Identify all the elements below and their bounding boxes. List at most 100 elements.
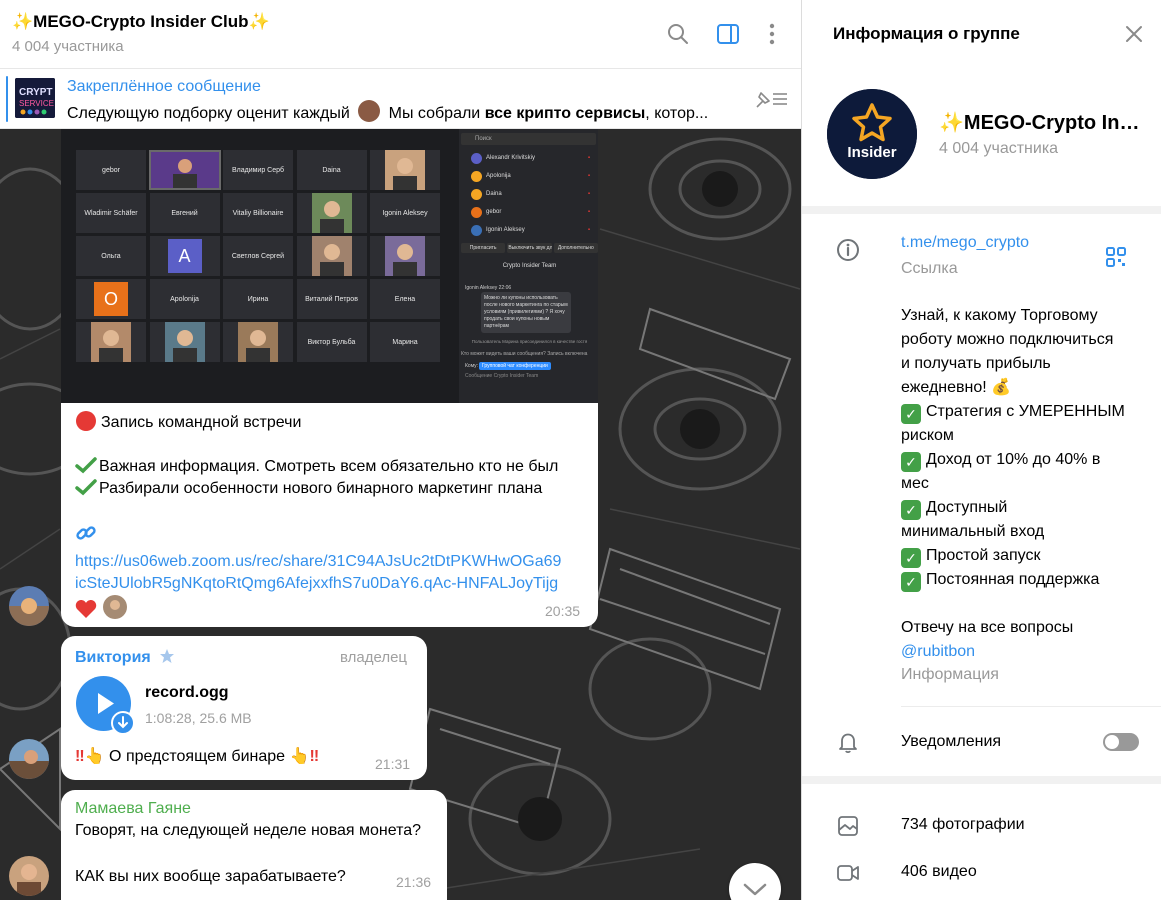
pinned-list-icon[interactable]: [753, 87, 789, 111]
recording-link[interactable]: https://us06web.zoom.us/rec/share/31C94A…: [75, 551, 590, 595]
video-tile: Daina: [296, 150, 367, 190]
download-button[interactable]: [111, 711, 135, 735]
notifications-label: Уведомления: [901, 733, 1002, 750]
notifications-toggle[interactable]: [1103, 733, 1139, 751]
participant-name: gebor: [102, 166, 120, 174]
description-line: роботу можно подключиться: [901, 331, 1114, 348]
chat-header[interactable]: ✨MEGO-Crypto Insider Club✨ 4 004 участни…: [0, 0, 801, 69]
message-text: ‼👆 О предстоящем бинаре 👆‼: [75, 748, 320, 765]
svg-text:SERVICE: SERVICE: [19, 99, 54, 108]
author-name[interactable]: Виктория: [75, 648, 175, 667]
video-tile: gebor: [76, 150, 146, 190]
qr-code-icon[interactable]: [1105, 246, 1127, 268]
description-line: ежедневно! 💰: [901, 379, 1012, 396]
chat-panel: ✨MEGO-Crypto Insider Club✨ 4 004 участни…: [0, 0, 801, 900]
message-bubble-recording[interactable]: gebor Владимир Серб Daina Wladimir Schäfer Е…: [61, 129, 598, 627]
video-tile: Wladimir Schäfer: [76, 193, 146, 233]
description-line: Отвечу на все вопросы: [901, 619, 1074, 636]
video-tile: [149, 322, 220, 362]
zoom-chat-to: Групповой чат конференции: [479, 362, 551, 370]
participant-name: Елена: [394, 295, 416, 303]
participant-photo: [385, 236, 425, 276]
zoom-chat-compose: Сообщение Crypto Insider Team: [465, 373, 539, 379]
check-mark-icon: ✓: [901, 452, 921, 472]
pinned-message-bar[interactable]: CRYPT SERVICE Закреплённое сообщение След…: [0, 70, 801, 129]
group-name: ✨MEGO-Crypto Insider Club✨: [939, 112, 1144, 134]
more-menu-icon[interactable]: [760, 22, 784, 46]
pinned-text: Следующую подборку оценит каждый Мы собр…: [67, 100, 737, 123]
sender-avatar-viktoria[interactable]: [9, 739, 49, 779]
zoom-buttons: ПригласитьВыключить звук для всехДополни…: [461, 243, 598, 253]
participant-name: Daina: [322, 166, 341, 174]
message-bubble-audio[interactable]: Виктория владелец record.ogg 1:08:28, 25…: [61, 636, 427, 780]
author-role: владелец: [340, 649, 408, 666]
participant-name: Vitaliy Billionaire: [232, 209, 284, 217]
participant-photo: [311, 193, 352, 233]
video-tile: O: [76, 279, 146, 319]
group-avatar[interactable]: Insider: [827, 89, 917, 179]
zoom-chat-author: Igonin Aleksey 22:06: [465, 285, 512, 291]
participant-row: Igonin Aleksey ▪: [463, 221, 596, 239]
pinned-emoji-avatar: [358, 100, 381, 122]
check-mark-icon: ✓: [901, 500, 921, 520]
description-line: минимальный вход: [901, 523, 1045, 540]
description-line: риском: [901, 427, 954, 444]
video-thumbnail[interactable]: gebor Владимир Серб Daina Wladimir Schäfer Е…: [61, 129, 598, 403]
description-username-link[interactable]: @rubitbon: [901, 640, 1141, 664]
sidebar-toggle-icon[interactable]: [716, 22, 740, 46]
video-tile: [370, 150, 440, 190]
double-exclamation-icon: ‼: [75, 748, 85, 765]
message-line: Разбирали особенности нового бинарного м…: [75, 478, 590, 500]
search-icon[interactable]: [666, 22, 690, 46]
video-tile: Igonin Aleksey: [370, 193, 440, 233]
participant-avatar: [471, 188, 482, 200]
message-bubble-text[interactable]: Мамаева Гаяне Говорят, на следующей неде…: [61, 790, 447, 900]
video-tile: Ольга: [76, 236, 146, 276]
close-icon[interactable]: [1124, 24, 1144, 44]
message-time: 20:35: [545, 603, 581, 619]
participant-name: Ольга: [101, 252, 121, 260]
participant-name: Daina: [486, 191, 502, 197]
description-spacer: [901, 592, 1141, 616]
group-info-header: Информация о группе Insider ✨MEGO-Crypto…: [802, 0, 1161, 206]
participant-avatar: [471, 152, 482, 164]
video-tile: [296, 236, 367, 276]
mic-muted-icon: ▪: [587, 155, 590, 161]
chat-title[interactable]: ✨MEGO-Crypto Insider Club✨: [12, 12, 270, 32]
check-mark-icon: [75, 457, 97, 474]
zoom-search: Поиск: [461, 133, 596, 145]
author-name[interactable]: Мамаева Гаяне: [75, 800, 191, 818]
video-tile: [296, 193, 367, 233]
svg-text:CRYPT: CRYPT: [19, 87, 53, 98]
toggle-knob: [1105, 735, 1119, 749]
group-link[interactable]: t.me/mego_crypto: [901, 234, 1029, 252]
video-tile: Марина: [370, 322, 440, 362]
check-mark-icon: ✓: [901, 548, 921, 568]
reactor-avatar: [103, 595, 128, 619]
heart-reaction-icon[interactable]: [75, 599, 97, 619]
participant-list: Alexandr Krivitskiy ▪ Apolonija ▪ Daina ▪ gebo…: [463, 149, 596, 239]
participant-name: Виктор Бульба: [307, 338, 356, 346]
scroll-down-button[interactable]: [729, 863, 781, 900]
sender-avatar-gayane[interactable]: [9, 856, 49, 896]
bell-icon: [839, 733, 857, 754]
link-line: [75, 522, 590, 551]
red-circle-icon: [76, 411, 96, 431]
media-section: 734 фотографии 406 видео: [802, 784, 1161, 900]
initial-avatar: A: [167, 239, 202, 273]
participant-name: Ирина: [247, 295, 269, 303]
sender-avatar[interactable]: [9, 586, 49, 626]
participant-photo: [238, 322, 278, 362]
video-tile: A: [149, 236, 220, 276]
description-line: ✓ Доход от 10% до 40% в: [901, 448, 1141, 472]
videos-count[interactable]: 406 видео: [901, 863, 977, 881]
check-mark-icon: [75, 479, 97, 496]
video-icon: [837, 865, 859, 881]
message-text: Запись командной встречи Важная информац…: [75, 410, 590, 595]
reactions[interactable]: [75, 595, 128, 624]
group-link-label: Ссылка: [901, 260, 958, 277]
info-icon: [837, 239, 859, 261]
pinned-thumbnail: CRYPT SERVICE: [15, 78, 55, 118]
description-line: Узнай, к какому Торговому: [901, 307, 1098, 324]
photos-count[interactable]: 734 фотографии: [901, 816, 1025, 834]
